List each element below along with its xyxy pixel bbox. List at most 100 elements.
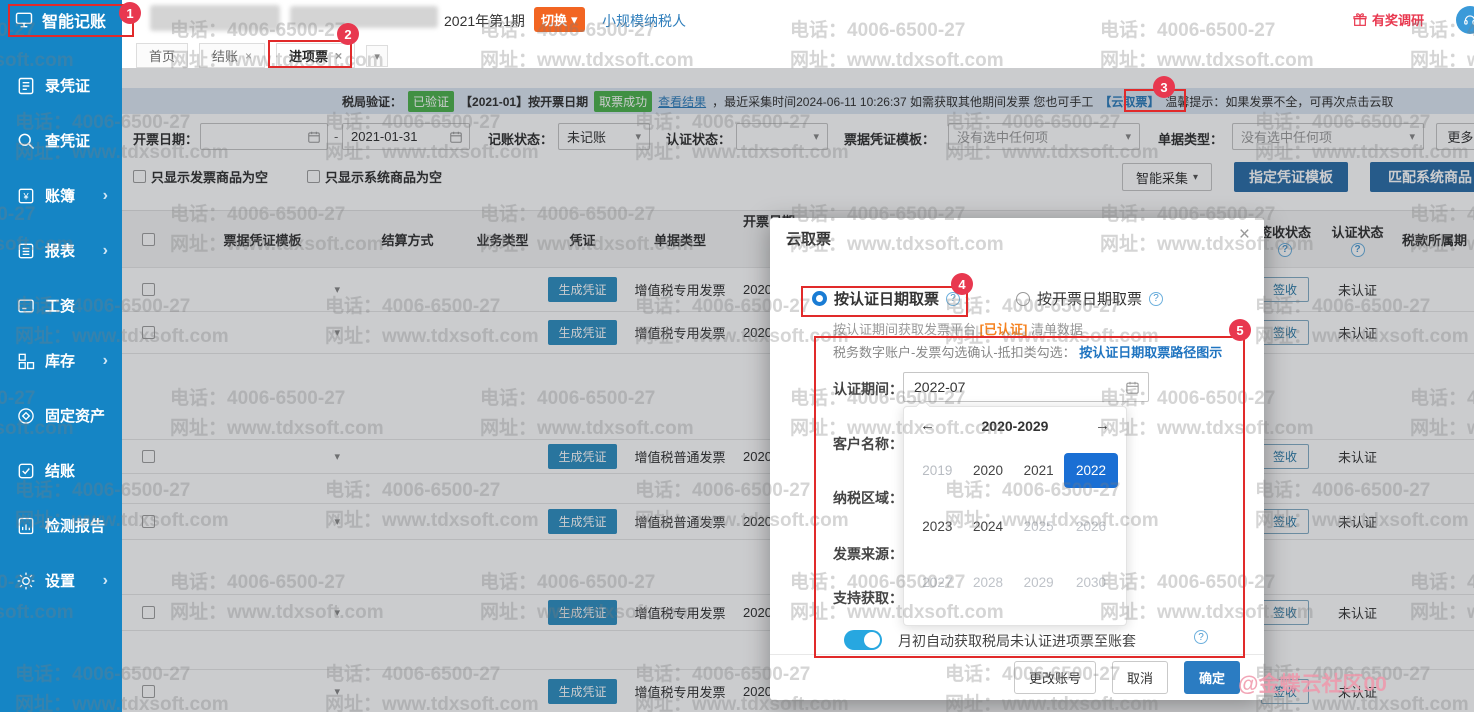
year-cell-disabled: 2026 (1064, 498, 1118, 554)
nav-label: 结账 (45, 460, 75, 481)
sidebar-item-fixed-assets[interactable]: 固定资产 (0, 388, 122, 443)
auto-fetch-label: 月初自动获取税局未认证进项票至账套 (898, 631, 1136, 651)
change-account-button[interactable]: 更改账号 (1014, 661, 1096, 694)
help-icon[interactable]: ? (1149, 292, 1163, 306)
sidebar-item-settings[interactable]: 设置 › (0, 553, 122, 608)
confirm-button[interactable]: 确定 (1184, 661, 1240, 694)
year-cell[interactable]: 2019 (912, 442, 963, 498)
voucher-entry-icon (16, 76, 36, 96)
support-fetch-label: 支持获取： (833, 588, 903, 608)
year-cell[interactable]: 2021 (1013, 442, 1064, 498)
redacted-company-name (150, 5, 280, 31)
caret-down-icon: ▾ (571, 12, 578, 28)
chevron-right-icon: › (103, 187, 122, 205)
survey-link[interactable]: 有奖调研 (1352, 10, 1424, 29)
svg-text:¥: ¥ (22, 191, 29, 201)
tab-bar: 首页 结账× 进项票× ▾ (122, 40, 1474, 68)
auth-period-input[interactable]: 2022-07 (903, 372, 1149, 402)
year-grid: 2019 2020 2021 2022 2023 2024 2025 2026 … (904, 438, 1126, 614)
sidebar-item-inventory[interactable]: 库存 › (0, 333, 122, 388)
year-cell[interactable]: 2020 (963, 442, 1014, 498)
inventory-icon (16, 351, 36, 371)
smart-accounting-icon (14, 10, 34, 30)
help-icon[interactable]: ? (946, 292, 960, 306)
modal-title: 云取票 (786, 228, 831, 249)
year-cell[interactable]: 2024 (963, 498, 1014, 554)
salary-icon (16, 296, 36, 316)
topbar: 2021年第1期 切换▾ 小规模纳税人 有奖调研 (122, 0, 1474, 40)
cancel-button[interactable]: 取消 (1112, 661, 1168, 694)
fixed-assets-icon (16, 406, 36, 426)
taxpayer-type-link[interactable]: 小规模纳税人 (602, 11, 686, 31)
calendar-icon[interactable] (1125, 380, 1140, 395)
nav-label: 工资 (45, 295, 75, 316)
customer-name-label: 客户名称： (833, 434, 903, 454)
nav-label: 查凭证 (45, 130, 90, 151)
close-icon[interactable]: × (1239, 224, 1250, 246)
toggle-knob (864, 632, 880, 648)
sidebar-nav: 录凭证 查凭证 ¥ 账簿 › 报表 › 工资 库存 › 固定资产 (0, 58, 122, 608)
report-icon (16, 241, 36, 261)
tab-home[interactable]: 首页 (136, 43, 188, 68)
gear-icon (16, 571, 36, 591)
sidebar-item-smart-accounting[interactable]: 智能记账 (8, 4, 120, 36)
next-decade-arrow[interactable]: → (1095, 417, 1110, 434)
verified-tag: [已认证] (980, 322, 1028, 337)
year-picker: ← 2020-2029 → 2019 2020 2021 2022 2023 2… (903, 406, 1127, 626)
customer-service-icon[interactable] (1456, 6, 1474, 34)
close-icon[interactable]: × (245, 49, 252, 63)
radio-selected-icon[interactable] (812, 291, 827, 306)
nav-label: 固定资产 (45, 405, 105, 426)
year-cell-selected[interactable]: 2022 (1064, 442, 1118, 498)
help-icon[interactable]: ? (1194, 630, 1208, 644)
sidebar-item-closing[interactable]: 结账 (0, 443, 122, 498)
year-cell-disabled: 2025 (1013, 498, 1064, 554)
close-icon[interactable]: × (335, 49, 342, 63)
sidebar-item-reports[interactable]: 报表 › (0, 223, 122, 278)
year-picker-header: ← 2020-2029 → (904, 407, 1126, 438)
gift-icon (1352, 12, 1368, 28)
chart-doc-icon (16, 516, 36, 536)
modal-path-hint: 税务数字账户-发票勾选确认-抵扣类勾选： 按认证日期取票路径图示 (833, 342, 1222, 361)
switch-period-button[interactable]: 切换▾ (534, 7, 585, 32)
accounting-period: 2021年第1期 (444, 11, 525, 31)
nav-label: 设置 (45, 570, 75, 591)
radio-by-invoice-date[interactable]: 按开票日期取票 ? (1016, 288, 1163, 309)
check-square-icon (16, 461, 36, 481)
chevron-right-icon: › (103, 352, 122, 370)
path-demo-link[interactable]: 按认证日期取票路径图示 (1079, 345, 1222, 360)
year-cell-disabled: 2027 (912, 554, 963, 610)
prev-decade-arrow[interactable]: ← (920, 417, 935, 434)
modal-footer: 更改账号 取消 确定 (770, 654, 1264, 700)
chevron-right-icon: › (103, 242, 122, 260)
invoice-source-label: 发票来源： (833, 544, 903, 564)
year-cell[interactable]: 2023 (912, 498, 963, 554)
auth-period-label: 认证期间： (833, 379, 903, 399)
sidebar-item-ledger[interactable]: ¥ 账簿 › (0, 168, 122, 223)
tab-input-invoice[interactable]: 进项票× (276, 43, 355, 68)
ledger-icon: ¥ (16, 186, 36, 206)
radio-by-auth-date[interactable]: 按认证日期取票 ? (812, 288, 960, 309)
year-cell-disabled: 2028 (963, 554, 1014, 610)
chevron-right-icon: › (103, 572, 122, 590)
search-icon (16, 131, 36, 151)
year-cell-disabled: 2029 (1013, 554, 1064, 610)
auto-fetch-toggle[interactable] (844, 630, 882, 650)
radio-unselected-icon[interactable] (1016, 292, 1030, 306)
nav-label: 检测报告 (45, 515, 105, 536)
nav-label: 报表 (45, 240, 75, 261)
sidebar-item-salary[interactable]: 工资 (0, 278, 122, 333)
sidebar-item-voucher-search[interactable]: 查凭证 (0, 113, 122, 168)
cloud-fetch-modal: 云取票 × 按认证日期取票 ? 按开票日期取票 ? 按认证期间获取发票平台 [已… (770, 218, 1264, 700)
modal-hint: 按认证期间获取发票平台 [已认证] 清单数据 (833, 319, 1083, 338)
nav-label: 库存 (45, 350, 75, 371)
decade-range: 2020-2029 (982, 418, 1049, 434)
tab-list-dropdown[interactable]: ▾ (366, 45, 388, 67)
nav-label: 账簿 (45, 185, 75, 206)
tab-closing[interactable]: 结账× (199, 43, 265, 68)
nav-label: 录凭证 (45, 75, 90, 96)
sidebar-item-test-report[interactable]: 检测报告 (0, 498, 122, 553)
redacted-company-name (290, 6, 438, 28)
sidebar: 智能记账 录凭证 查凭证 ¥ 账簿 › 报表 › 工资 库存 › (0, 0, 122, 712)
sidebar-item-voucher-entry[interactable]: 录凭证 (0, 58, 122, 113)
